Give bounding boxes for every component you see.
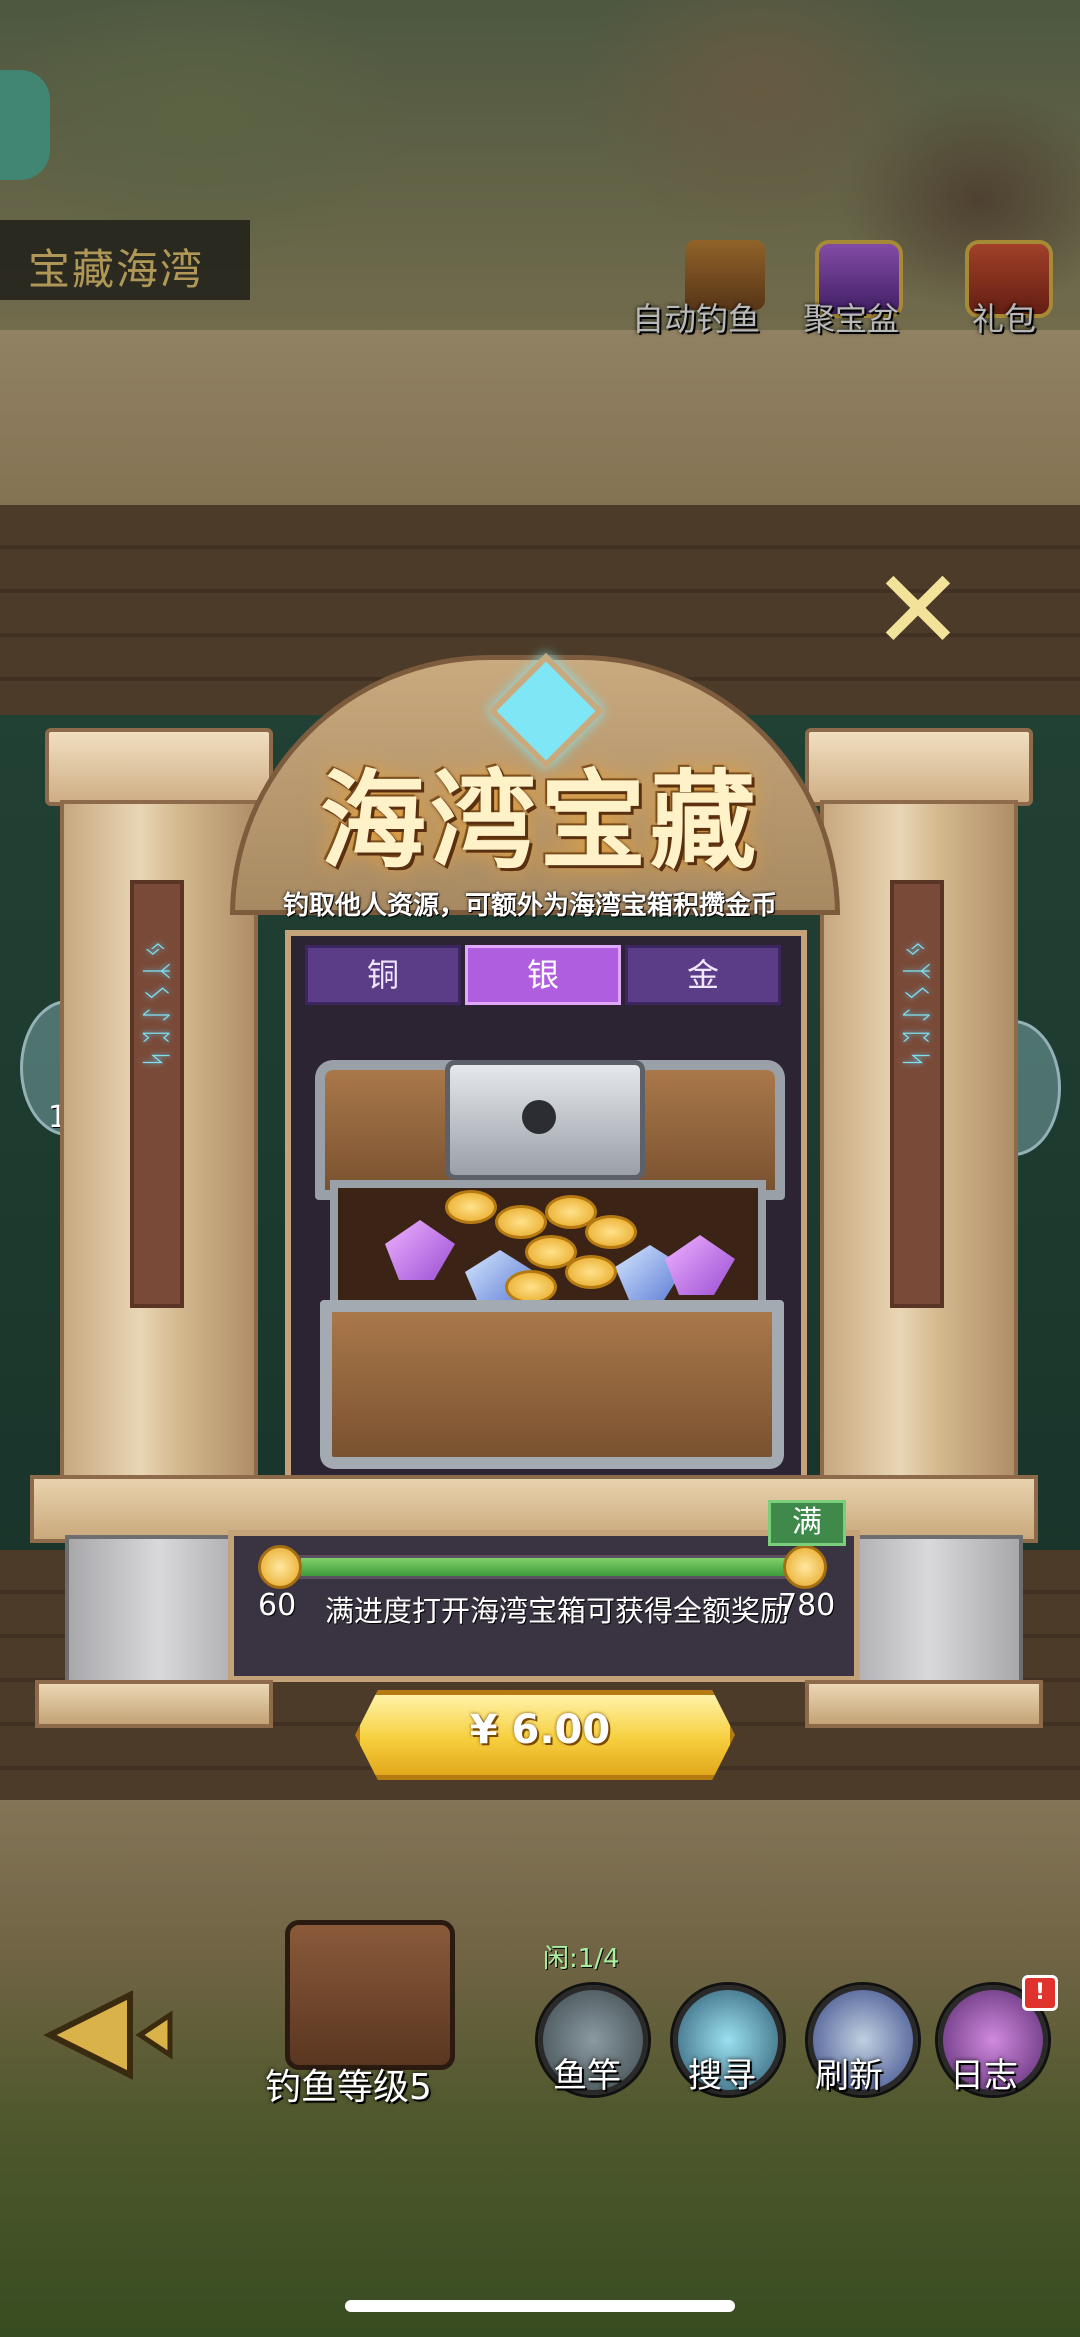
full-badge: 满 (768, 1500, 846, 1546)
gold-coin-icon (585, 1215, 637, 1249)
log-label: 日志 (950, 2056, 1018, 2096)
back-button[interactable] (40, 1985, 180, 2085)
fisher-avatar[interactable] (285, 1920, 455, 2070)
purchase-price[interactable]: ¥ 6.00 (355, 1707, 725, 1753)
popup-title: 海湾宝藏 (320, 758, 760, 883)
tab-silver[interactable]: 银 (465, 945, 621, 1005)
close-icon: ✕ (871, 546, 965, 674)
gold-coin-icon (565, 1255, 617, 1289)
left-stone-block (65, 1535, 253, 1693)
log-alert-badge: ! (1022, 1975, 1058, 2011)
back-arrow-icon (43, 1990, 173, 2080)
right-stone-block (835, 1535, 1023, 1693)
gold-coin-icon (445, 1190, 497, 1224)
progress-min: 60 (258, 1588, 297, 1623)
close-button[interactable]: ✕ (868, 555, 968, 665)
popup-subtitle: 钓取他人资源，可额外为海湾宝箱积攒金币 (282, 891, 777, 921)
right-rune-icon: ᛃᛉᛊᛇᛈᛋ (898, 940, 933, 1072)
coin-end-icon (783, 1545, 827, 1589)
progress-description: 满进度打开海湾宝箱可获得全额奖励 (325, 1594, 790, 1628)
chest-base (320, 1300, 784, 1469)
tab-bronze[interactable]: 铜 (305, 945, 461, 1005)
search-label: 搜寻 (688, 2056, 756, 2096)
refresh-label: 刷新 (815, 2056, 883, 2096)
home-indicator[interactable] (345, 2300, 735, 2312)
left-pillar-cap (45, 728, 273, 806)
gold-coin-icon (495, 1205, 547, 1239)
left-pillar-foot (35, 1680, 273, 1728)
tab-gold[interactable]: 金 (625, 945, 781, 1005)
progress-fill (301, 1558, 795, 1576)
coin-start-icon (258, 1545, 302, 1589)
right-pillar-cap (805, 728, 1033, 806)
right-pillar-foot (805, 1680, 1043, 1728)
idle-count: 闲:1/4 (543, 1944, 620, 1974)
fishing-rod-label: 鱼竿 (553, 2056, 621, 2096)
keyhole-icon (522, 1100, 556, 1134)
fishing-level: 钓鱼等级5 (265, 2067, 432, 2108)
gold-coin-icon (505, 1270, 557, 1304)
left-rune-icon: ᛃᛉᛊᛇᛈᛋ (138, 940, 173, 1072)
progress-max: 780 (778, 1588, 836, 1623)
